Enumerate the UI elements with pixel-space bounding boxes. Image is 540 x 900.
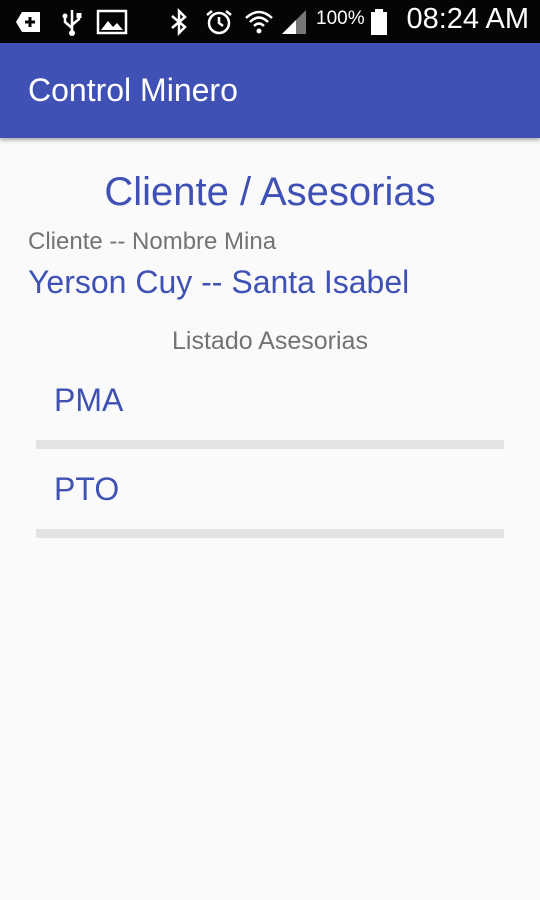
divider — [36, 529, 504, 538]
client-value: Yerson Cuy -- Santa Isabel — [28, 264, 410, 300]
app-bar: Control Minero — [0, 43, 540, 138]
add-icon — [16, 12, 40, 32]
usb-icon — [62, 10, 82, 36]
alarm-icon — [206, 10, 232, 35]
list-item-label: PMA — [54, 382, 124, 418]
list-item-pma[interactable]: PMA — [36, 360, 504, 440]
status-bar: 100% 08:24 AM — [0, 0, 540, 43]
bluetooth-icon — [171, 8, 187, 36]
list-header: Listado Asesorias — [172, 327, 368, 355]
battery-percent: 100% — [316, 8, 365, 29]
client-label: Cliente -- Nombre Mina — [28, 228, 277, 255]
list-item-label: PTO — [54, 471, 120, 507]
wifi-icon — [245, 10, 273, 34]
image-icon — [96, 9, 128, 35]
section-title: Cliente / Asesorias — [104, 170, 436, 214]
app-title: Control Minero — [28, 72, 238, 108]
list-item-pto[interactable]: PTO — [36, 449, 504, 529]
clock: 08:24 AM — [406, 3, 529, 35]
battery-icon — [371, 9, 387, 35]
divider — [36, 440, 504, 449]
asesorias-list: PMA PTO — [36, 360, 504, 538]
signal-icon — [282, 10, 306, 34]
